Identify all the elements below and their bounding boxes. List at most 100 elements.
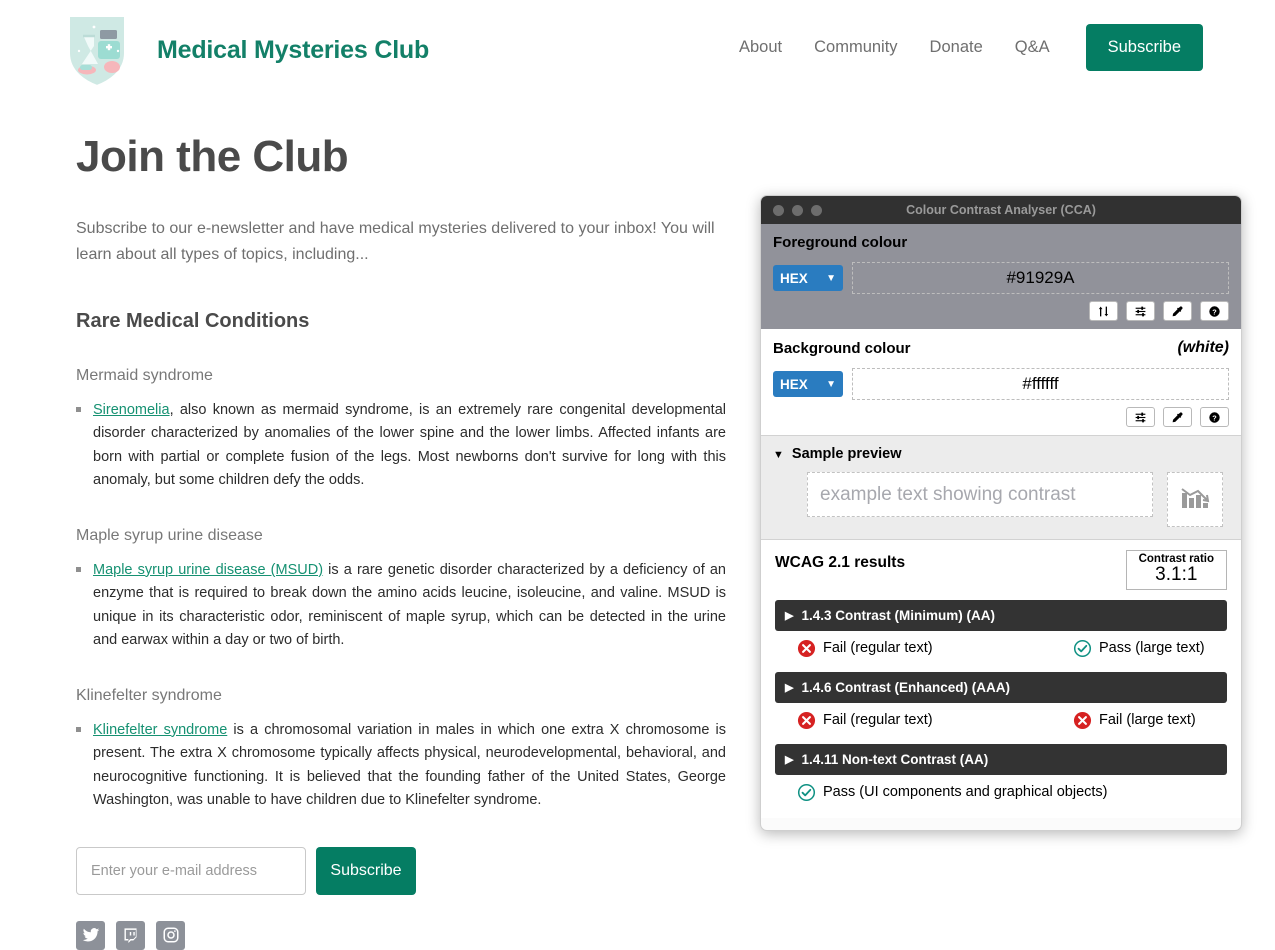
background-format-select[interactable]: HEX ▼	[773, 371, 843, 397]
triangle-down-icon: ▼	[773, 449, 784, 461]
outcome-text: Fail (regular text)	[823, 712, 933, 729]
list-item: Klinefelter syndrome is a chromosomal va…	[76, 719, 726, 813]
outcome-text: Fail (large text)	[1099, 712, 1196, 729]
criterion-1-4-11-outcomes: Pass (UI components and graphical object…	[775, 775, 1227, 806]
sliders-icon[interactable]	[1126, 407, 1155, 427]
twitch-icon	[122, 927, 139, 944]
sample-preview-section: ▼ Sample preview example text showing co…	[761, 435, 1241, 540]
criterion-1-4-6-toggle[interactable]: ▶ 1.4.6 Contrast (Enhanced) (AAA)	[775, 671, 1227, 703]
sample-text: example text showing contrast	[807, 472, 1153, 517]
foreground-colour-row: HEX ▼ #91929A	[773, 262, 1229, 294]
condition-link-2[interactable]: Klinefelter syndrome	[93, 722, 227, 738]
background-label: Background colour	[773, 339, 911, 357]
foreground-format-value: HEX	[780, 270, 808, 286]
foreground-label: Foreground colour	[773, 234, 908, 251]
outcome-text: Fail (regular text)	[823, 640, 933, 657]
nav-subscribe-button[interactable]: Subscribe	[1085, 24, 1203, 71]
triangle-right-icon: ▶	[785, 609, 794, 622]
sample-preview-toggle[interactable]: ▼ Sample preview	[773, 446, 1229, 462]
nav-item-qa[interactable]: Q&A	[999, 38, 1066, 57]
condition-link-0[interactable]: Sirenomelia	[93, 402, 170, 418]
background-label-row: Background colour (white)	[773, 339, 1229, 357]
background-colour-name: (white)	[1177, 339, 1229, 356]
background-colour-input[interactable]: #ffffff	[852, 368, 1229, 400]
criterion-1-4-11-label: 1.4.11 Non-text Contrast (AA)	[801, 751, 989, 767]
instagram-icon	[162, 926, 180, 944]
condition-link-1[interactable]: Maple syrup urine disease (MSUD)	[93, 562, 323, 578]
outcome-pass-nontext: Pass (UI components and graphical object…	[797, 783, 1108, 802]
wcag-header-row: WCAG 2.1 results Contrast ratio 3.1:1	[775, 550, 1227, 590]
email-field[interactable]	[76, 846, 306, 895]
outcome-fail-large: Fail (large text)	[1073, 711, 1196, 730]
eyedropper-icon[interactable]	[1163, 407, 1192, 427]
chevron-down-icon: ▼	[826, 272, 836, 284]
condition-heading-2: Klinefelter syndrome	[76, 686, 222, 704]
sliders-icon[interactable]	[1126, 301, 1155, 321]
window-titlebar[interactable]: Colour Contrast Analyser (CCA)	[761, 196, 1241, 224]
brand-title: Medical Mysteries Club	[157, 35, 430, 64]
condition-list-2: Klinefelter syndrome is a chromosomal va…	[76, 719, 726, 813]
medical-shield-logo-icon	[62, 7, 132, 93]
condition-list-1: Maple syrup urine disease (MSUD) is a ra…	[76, 559, 726, 653]
colour-contrast-analyser-window: Colour Contrast Analyser (CCA) Foregroun…	[760, 195, 1242, 831]
foreground-tool-buttons: ?	[773, 301, 1229, 321]
nav-item-about[interactable]: About	[723, 38, 798, 57]
pass-icon	[1073, 639, 1092, 658]
outcome-text: Pass (large text)	[1099, 640, 1205, 657]
svg-text:?: ?	[1212, 413, 1217, 422]
social-links	[76, 920, 726, 950]
help-icon[interactable]: ?	[1200, 407, 1229, 427]
foreground-colour-input[interactable]: #91929A	[852, 262, 1229, 294]
sample-graphic	[1167, 472, 1223, 527]
declining-bar-chart-icon	[1178, 481, 1212, 518]
help-icon[interactable]: ?	[1200, 301, 1229, 321]
instagram-link[interactable]	[156, 920, 185, 950]
condition-list-0: Sirenomelia, also known as mermaid syndr…	[76, 399, 726, 493]
chevron-down-icon: ▼	[826, 378, 836, 390]
nav-item-donate[interactable]: Donate	[914, 38, 999, 57]
foreground-label-row: Foreground colour	[773, 234, 1229, 251]
window-title: Colour Contrast Analyser (CCA)	[906, 203, 1096, 217]
page-title: Join the Club	[76, 132, 349, 181]
main-nav: About Community Donate Q&A Subscribe	[723, 24, 1203, 71]
twitch-link[interactable]	[116, 920, 145, 950]
criterion-1-4-3-outcomes: Fail (regular text) Pass (large text)	[775, 631, 1227, 662]
foreground-format-select[interactable]: HEX ▼	[773, 265, 843, 291]
list-item: Maple syrup urine disease (MSUD) is a ra…	[76, 559, 726, 653]
nav-item-community[interactable]: Community	[798, 38, 913, 57]
criterion-1-4-3-toggle[interactable]: ▶ 1.4.3 Contrast (Minimum) (AA)	[775, 599, 1227, 631]
contrast-ratio-value: 3.1:1	[1155, 564, 1198, 585]
twitter-link[interactable]	[76, 920, 105, 950]
fail-icon	[797, 639, 816, 658]
criterion-1-4-6: ▶ 1.4.6 Contrast (Enhanced) (AAA) Fail (…	[775, 671, 1227, 734]
brand[interactable]: Medical Mysteries Club	[62, 7, 429, 93]
section-heading: Rare Medical Conditions	[76, 309, 310, 332]
criterion-1-4-3: ▶ 1.4.3 Contrast (Minimum) (AA) Fail (re…	[775, 599, 1227, 662]
criterion-1-4-3-label: 1.4.3 Contrast (Minimum) (AA)	[801, 607, 995, 623]
fail-icon	[1073, 711, 1092, 730]
triangle-right-icon: ▶	[785, 681, 794, 694]
swap-colours-icon[interactable]	[1089, 301, 1118, 321]
criterion-1-4-11-toggle[interactable]: ▶ 1.4.11 Non-text Contrast (AA)	[775, 743, 1227, 775]
signup-form: Subscribe	[76, 846, 726, 895]
criterion-1-4-11: ▶ 1.4.11 Non-text Contrast (AA) Pass (UI…	[775, 743, 1227, 806]
criterion-1-4-6-outcomes: Fail (regular text) Fail (large text)	[775, 703, 1227, 734]
background-tool-buttons: ?	[773, 407, 1229, 427]
sample-preview-body: example text showing contrast	[773, 472, 1229, 527]
fail-icon	[797, 711, 816, 730]
svg-text:?: ?	[1212, 307, 1217, 316]
subscribe-button[interactable]: Subscribe	[316, 846, 416, 895]
contrast-ratio-box: Contrast ratio 3.1:1	[1125, 550, 1227, 590]
background-format-value: HEX	[780, 376, 808, 392]
outcome-pass-large: Pass (large text)	[1073, 639, 1205, 658]
eyedropper-icon[interactable]	[1163, 301, 1192, 321]
outcome-text: Pass (UI components and graphical object…	[823, 784, 1108, 801]
foreground-section: Foreground colour HEX ▼ #91929A ?	[761, 224, 1241, 329]
site-header: Medical Mysteries Club About Community D…	[0, 0, 1275, 100]
background-colour-row: HEX ▼ #ffffff	[773, 368, 1229, 400]
outcome-fail-regular: Fail (regular text)	[797, 639, 1067, 658]
condition-heading-0: Mermaid syndrome	[76, 366, 213, 384]
condition-body-0: , also known as mermaid syndrome, is an …	[93, 401, 726, 489]
wcag-results-title: WCAG 2.1 results	[775, 554, 906, 571]
sample-preview-label: Sample preview	[791, 446, 902, 462]
